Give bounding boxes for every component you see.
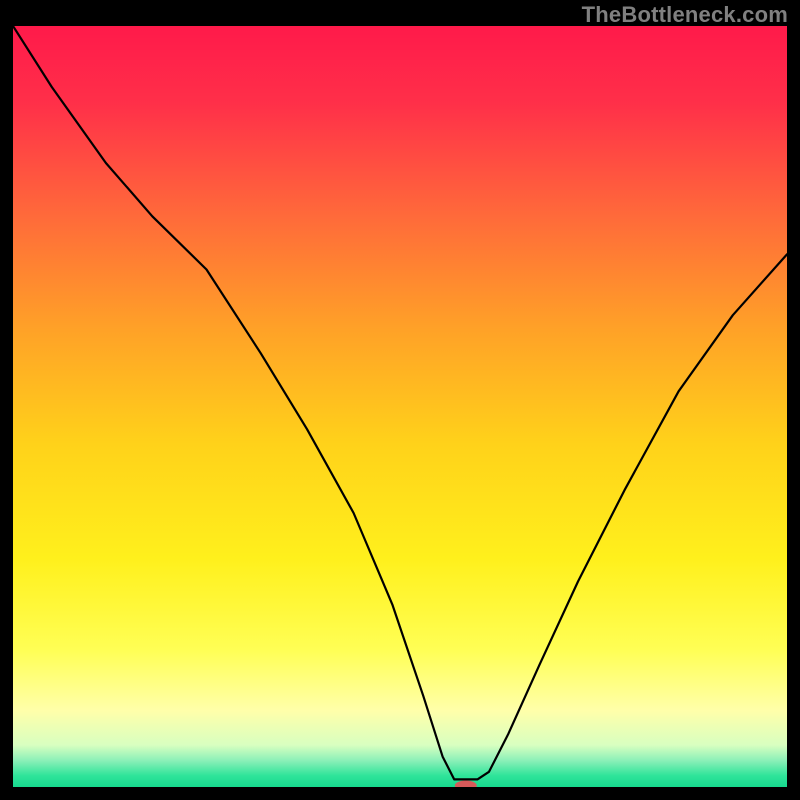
chart-svg	[13, 26, 787, 787]
plot-area	[13, 26, 787, 787]
chart-frame: TheBottleneck.com	[0, 0, 800, 800]
watermark-text: TheBottleneck.com	[582, 2, 788, 28]
